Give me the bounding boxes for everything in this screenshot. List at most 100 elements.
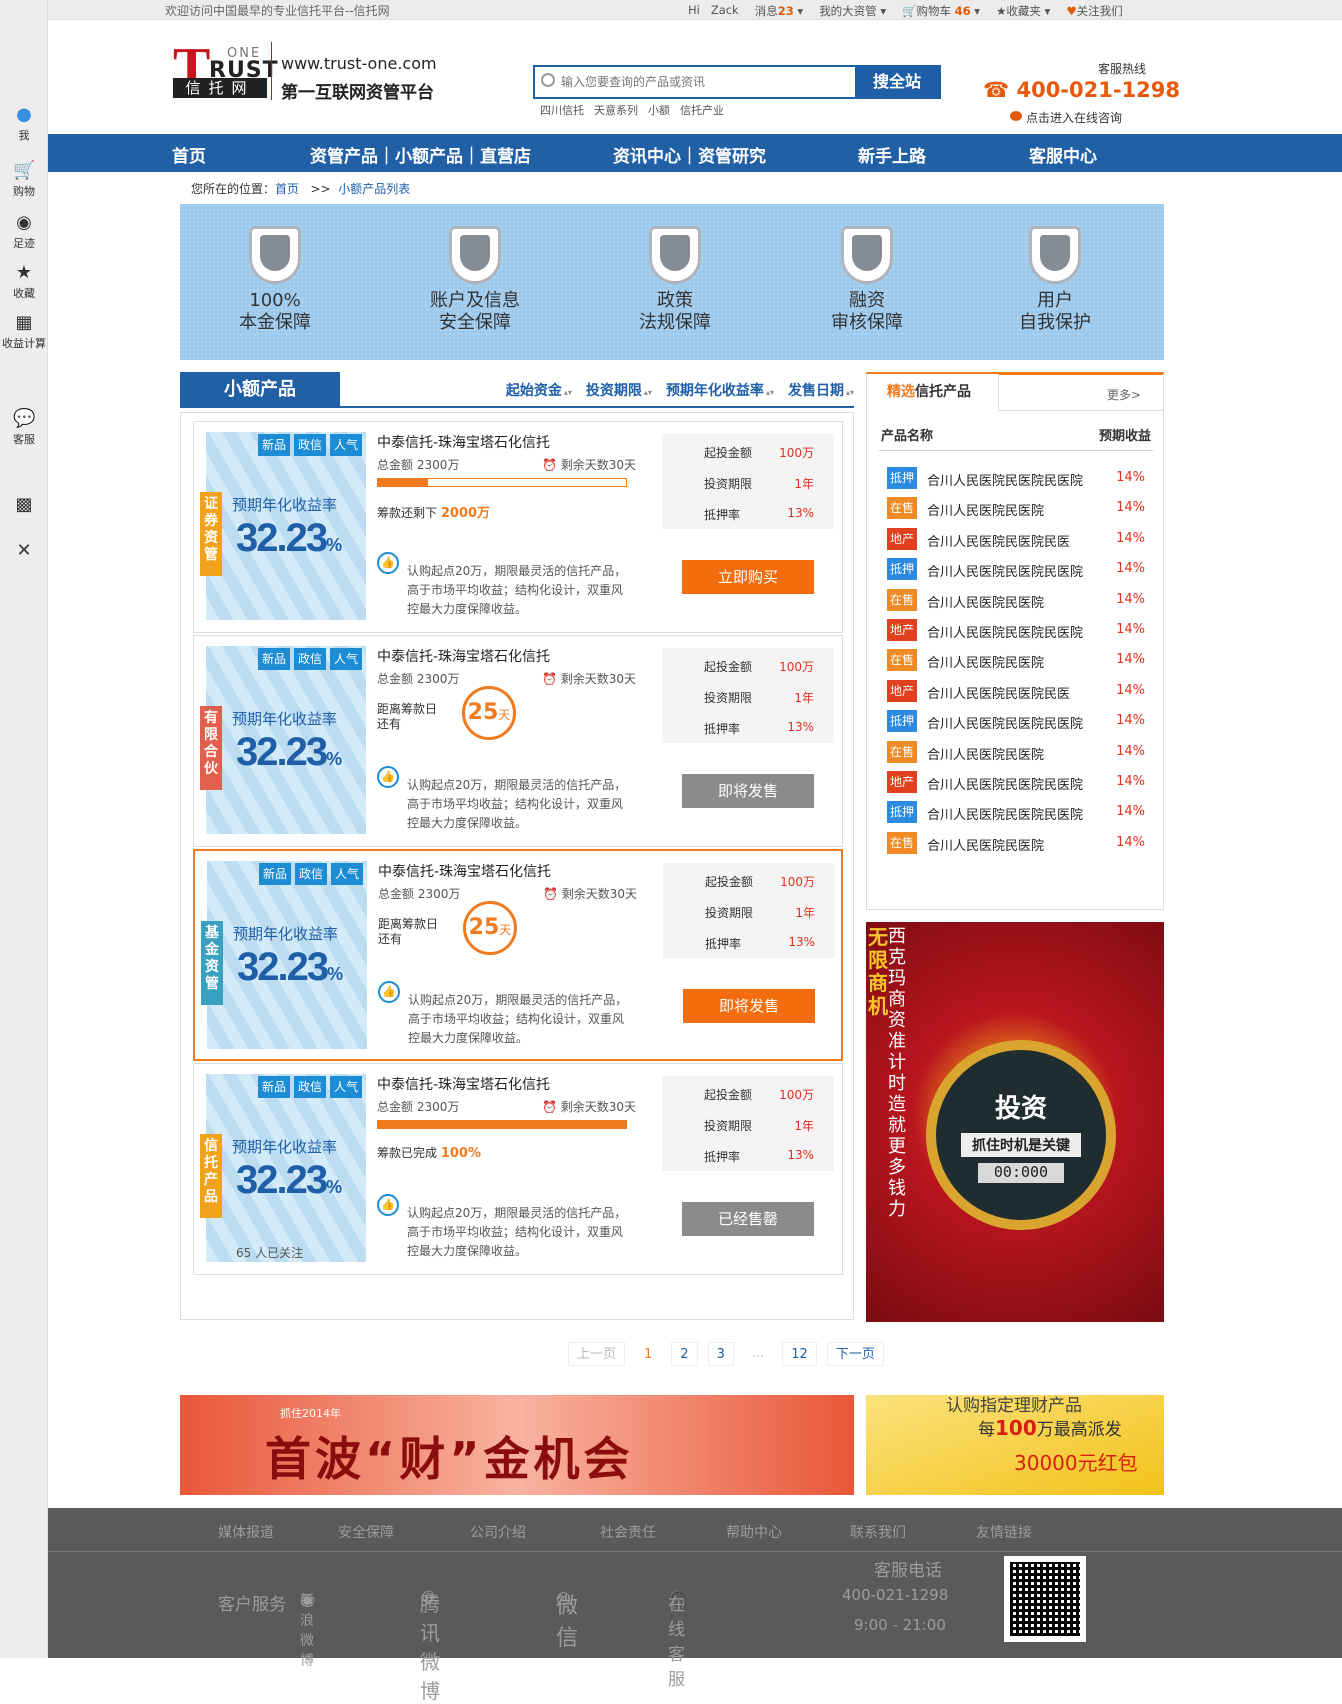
shield-icon xyxy=(1029,226,1081,284)
footer-link[interactable]: 友情链接 xyxy=(976,1522,1032,1542)
my-assets-link[interactable]: 我的大资管 ▾ xyxy=(819,3,886,19)
nav-products[interactable]: 资管产品｜小额产品｜直营店 xyxy=(310,142,531,167)
footer-link[interactable]: 媒体报道 xyxy=(218,1522,274,1542)
featured-product-row[interactable]: 地产 合川人民医院民医院民医院 14% xyxy=(887,771,1151,799)
product-action-button[interactable]: 立即购买 xyxy=(682,560,814,594)
featured-product-yield: 14% xyxy=(1116,470,1145,485)
product-title[interactable]: 中泰信托-珠海宝塔石化信托 xyxy=(378,861,551,881)
more-link[interactable]: 更多> xyxy=(1107,386,1141,403)
sidebar-item-chat[interactable]: 💬 客服 xyxy=(0,408,48,446)
search-button[interactable]: 搜全站 xyxy=(855,67,939,97)
featured-product-row[interactable]: 在售 合川人民医院民医院 14% xyxy=(887,649,1151,677)
clock-icon: ⏰ xyxy=(543,887,562,901)
footer-link[interactable]: 联系我们 xyxy=(850,1522,906,1542)
footer-link[interactable]: 帮助中心 xyxy=(726,1522,782,1542)
page-number[interactable]: 12 xyxy=(782,1342,817,1366)
featured-product-row[interactable]: 地产 合川人民医院民医院民医院 14% xyxy=(887,619,1151,647)
featured-product-row[interactable]: 抵押 合川人民医院民医院民医院 14% xyxy=(887,558,1151,586)
sidebar-item-qrcode[interactable]: ▩ xyxy=(0,494,48,519)
search-input[interactable] xyxy=(535,67,855,97)
product-badge: 新品 xyxy=(259,863,291,885)
product-type-tag: 地产 xyxy=(887,527,917,550)
product-card[interactable]: 有限合伙 新品 政信 人气 预期年化收益率 32.23% 中泰信托-珠海宝塔石化信托 总金额 … xyxy=(193,635,843,847)
page-number[interactable]: 2 xyxy=(671,1342,698,1366)
page-number[interactable]: 3 xyxy=(707,1342,734,1366)
featured-product-row[interactable]: 在售 合川人民医院民医院 14% xyxy=(887,831,1151,860)
product-image: 基金资管 新品 政信 人气 预期年化收益率 32.23% xyxy=(201,861,367,1049)
tab-small-products[interactable]: 小额产品 xyxy=(180,372,340,408)
sort-option[interactable]: 发售日期 xyxy=(788,380,854,400)
nav-news[interactable]: 资讯中心｜资管研究 xyxy=(613,142,766,167)
sidebar-item-eye[interactable]: ◉ 足迹 xyxy=(0,212,48,250)
breadcrumb-current[interactable]: 小额产品列表 xyxy=(338,182,410,196)
nav-service[interactable]: 客服中心 xyxy=(1029,142,1097,167)
header: T ONE RUST 信托网 www.trust-one.com 第一互联网资管… xyxy=(48,20,1342,134)
funding-status: 筹款还剩下 2000万 xyxy=(377,506,491,521)
product-action-button[interactable]: 已经售罄 xyxy=(682,1202,814,1236)
featured-product-row[interactable]: 在售 合川人民医院民医院 14% xyxy=(887,740,1151,769)
featured-product-row[interactable]: 地产 合川人民医院民医院民医 14% xyxy=(887,679,1151,708)
main-nav: 首页 资管产品｜小额产品｜直营店 资讯中心｜资管研究 新手上路 客服中心 xyxy=(48,134,1342,172)
hot-keyword[interactable]: 天意系列 xyxy=(594,102,638,118)
footer-link[interactable]: 公司介绍 xyxy=(470,1522,526,1542)
breadcrumb-home[interactable]: 首页 xyxy=(275,182,299,196)
product-card[interactable]: 证券资管 新品 政信 人气 预期年化收益率 32.23% 中泰信托-珠海宝塔石化信托 总金额 … xyxy=(193,421,843,633)
featured-product-row[interactable]: 抵押 合川人民医院民医院民医院 14% xyxy=(887,467,1151,495)
sort-option[interactable]: 预期年化收益率 xyxy=(666,380,774,400)
product-card[interactable]: 基金资管 新品 政信 人气 预期年化收益率 32.23% 中泰信托-珠海宝塔石化信托 总金额 … xyxy=(193,849,843,1061)
nav-beginner[interactable]: 新手上路 xyxy=(858,142,926,167)
sort-option[interactable]: 投资期限 xyxy=(586,380,652,400)
featured-product-row[interactable]: 抵押 合川人民医院民医院民医院 14% xyxy=(887,710,1151,738)
welcome-text: 欢迎访问中国最早的专业信托平台--信托网 xyxy=(165,4,390,18)
featured-product-row[interactable]: 在售 合川人民医院民医院 14% xyxy=(887,588,1151,617)
sidebar-item-user[interactable]: ● 我 xyxy=(0,104,48,142)
footer-link[interactable]: 安全保障 xyxy=(338,1522,394,1542)
qrcode-icon: ▩ xyxy=(15,494,33,515)
yield-value: 32.23% xyxy=(236,1158,343,1202)
product-description: 认购起点20万，期限最灵活的信托产品，高于市场平均收益；结构化设计，双重风控最大… xyxy=(407,778,627,830)
product-title[interactable]: 中泰信托-珠海宝塔石化信托 xyxy=(377,1074,550,1094)
featured-product-row[interactable]: 在售 合川人民医院民医院 14% xyxy=(887,497,1151,525)
follow-link[interactable]: ♥关注我们 xyxy=(1066,3,1122,19)
hot-keyword[interactable]: 小额 xyxy=(648,102,670,118)
red-packet-advertisement[interactable]: 认购指定理财产品 每100万最高派发 30000元红包 xyxy=(866,1395,1164,1495)
calculator-icon: ▦ xyxy=(15,312,33,333)
sidebar-item-star[interactable]: ★ 收藏 xyxy=(0,262,48,300)
product-badge: 人气 xyxy=(331,863,363,885)
shield-icon xyxy=(841,226,893,284)
prev-page-button[interactable]: 上一页 xyxy=(568,1342,626,1366)
star-icon: ★ xyxy=(15,262,33,283)
hotline-number: ☎ 400-021-1298 xyxy=(983,78,1181,102)
sidebar-item-calculator[interactable]: ▦ 收益计算 xyxy=(0,312,48,350)
page-number[interactable]: 1 xyxy=(635,1342,661,1366)
featured-product-row[interactable]: 抵押 合川人民医院民医院民医院 14% xyxy=(887,801,1151,829)
product-action-button[interactable]: 即将发售 xyxy=(683,989,815,1023)
stopwatch-image: 投资 抓住时机是关键 00:000 xyxy=(926,1040,1116,1230)
featured-product-yield: 14% xyxy=(1116,652,1145,668)
hot-keyword[interactable]: 四川信托 xyxy=(540,102,584,118)
product-title[interactable]: 中泰信托-珠海宝塔石化信托 xyxy=(377,646,550,666)
online-consult-link[interactable]: 点击进入在线咨询 xyxy=(1009,109,1122,126)
user-greeting[interactable]: Hi Zack xyxy=(688,3,739,19)
nav-home[interactable]: 首页 xyxy=(172,142,206,167)
site-logo[interactable]: T ONE RUST 信托网 www.trust-one.com 第一互联网资管… xyxy=(173,40,443,106)
footer-link[interactable]: 社会责任 xyxy=(600,1522,656,1542)
featured-product-row[interactable]: 地产 合川人民医院民医院民医 14% xyxy=(887,527,1151,556)
thumbs-up-icon: 👍 xyxy=(377,1194,399,1216)
messages-link[interactable]: 消息23 ▾ xyxy=(755,3,803,19)
next-page-button[interactable]: 下一页 xyxy=(826,1342,884,1366)
guarantee-item: 融资 审核保障 xyxy=(792,226,942,334)
sidebar-item-cart[interactable]: 🛒 购物 xyxy=(0,160,48,198)
product-badge: 新品 xyxy=(258,1076,290,1098)
favorites-link[interactable]: ★收藏夹 ▾ xyxy=(996,3,1050,19)
product-card[interactable]: 信托产品 新品 政信 人气 预期年化收益率 32.23% 65 人已关注 中泰信托-珠海宝塔石… xyxy=(193,1063,843,1275)
product-action-button[interactable]: 即将发售 xyxy=(682,774,814,808)
sort-option[interactable]: 起始资金 xyxy=(506,380,572,400)
product-title[interactable]: 中泰信托-珠海宝塔石化信托 xyxy=(377,432,550,452)
product-type-tag: 在售 xyxy=(887,831,917,854)
side-advertisement[interactable]: 无限商机 西克玛商资准计时造就更多钱力 投资 抓住时机是关键 00:000 xyxy=(866,922,1164,1322)
sidebar-item-close[interactable]: ✕ xyxy=(0,540,48,565)
cart-link[interactable]: 🛒购物车 46 ▾ xyxy=(902,3,980,19)
hot-keyword[interactable]: 信托产业 xyxy=(680,102,724,118)
bottom-advertisement[interactable]: 抓住2014年 首波“财”金机会 xyxy=(180,1395,854,1495)
